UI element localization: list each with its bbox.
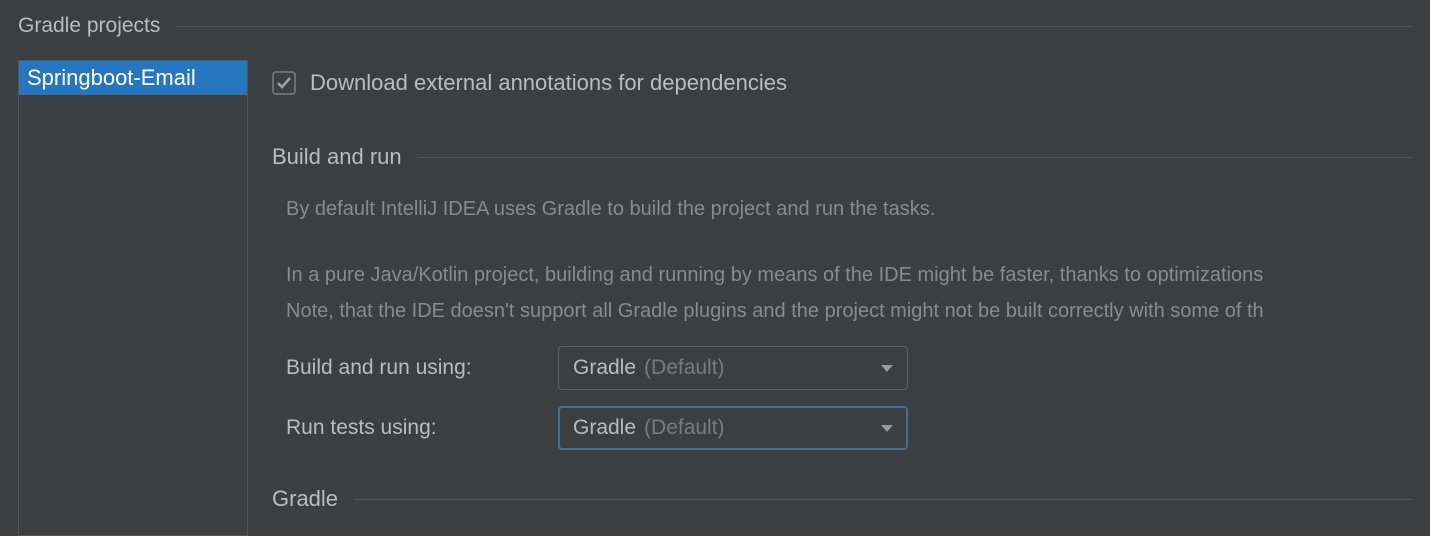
check-icon [276, 76, 292, 90]
download-annotations-checkbox[interactable] [272, 71, 296, 95]
description-line-1: By default IntelliJ IDEA uses Gradle to … [286, 194, 1412, 224]
dropdown-value: Gradle [573, 416, 636, 440]
main-content-row: Springboot-Email Download external annot… [18, 60, 1412, 536]
chevron-down-icon [881, 365, 893, 372]
divider-line [418, 157, 1412, 158]
gradle-projects-list[interactable]: Springboot-Email [18, 60, 248, 536]
build-and-run-using-row: Build and run using: Gradle (Default) [286, 346, 1412, 390]
run-tests-using-label: Run tests using: [286, 416, 558, 440]
gradle-title: Gradle [272, 486, 338, 512]
divider-line [176, 26, 1412, 27]
build-and-run-section-header: Build and run [272, 144, 1412, 170]
build-and-run-using-dropdown[interactable]: Gradle (Default) [558, 346, 908, 390]
right-panel: Download external annotations for depend… [272, 60, 1412, 536]
divider-line [354, 499, 1412, 500]
build-and-run-title: Build and run [272, 144, 402, 170]
build-and-run-using-label: Build and run using: [286, 356, 558, 380]
dropdown-text: Gradle (Default) [573, 356, 725, 380]
dropdown-default-hint: (Default) [644, 416, 725, 440]
dropdown-text: Gradle (Default) [573, 416, 725, 440]
description-line-2: In a pure Java/Kotlin project, building … [286, 260, 1412, 290]
download-annotations-row: Download external annotations for depend… [272, 70, 1412, 96]
settings-panel: Gradle projects Springboot-Email Downloa… [0, 0, 1430, 524]
run-tests-using-row: Run tests using: Gradle (Default) [286, 406, 1412, 450]
download-annotations-label[interactable]: Download external annotations for depend… [310, 70, 787, 96]
gradle-projects-title: Gradle projects [18, 14, 160, 38]
description-line-3: Note, that the IDE doesn't support all G… [286, 296, 1412, 326]
project-item-springboot-email[interactable]: Springboot-Email [19, 61, 247, 95]
dropdown-default-hint: (Default) [644, 356, 725, 380]
chevron-down-icon [881, 425, 893, 432]
build-and-run-description: By default IntelliJ IDEA uses Gradle to … [286, 194, 1412, 326]
run-tests-using-dropdown[interactable]: Gradle (Default) [558, 406, 908, 450]
gradle-section-header: Gradle [272, 486, 1412, 512]
gradle-projects-section-header: Gradle projects [18, 14, 1412, 38]
dropdown-value: Gradle [573, 356, 636, 380]
